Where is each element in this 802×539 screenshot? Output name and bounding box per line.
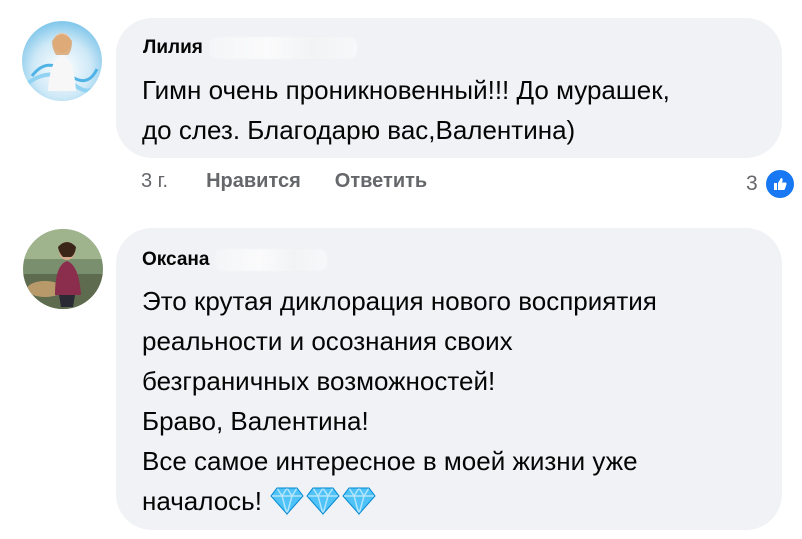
comment-text: Это крутая диклорация нового восприятия … — [142, 281, 657, 521]
comment-timestamp[interactable]: 3 г. — [141, 170, 168, 193]
gem-icon — [306, 486, 340, 516]
avatar-image — [22, 21, 102, 101]
emoji-group — [270, 486, 376, 516]
reply-button[interactable]: Ответить — [335, 170, 427, 193]
like-icon — [763, 168, 796, 200]
author-name[interactable]: Оксана — [142, 249, 209, 271]
comment-author-row: Оксана — [142, 249, 328, 271]
redacted-surname — [215, 249, 328, 271]
avatar[interactable] — [22, 21, 102, 101]
redacted-surname — [208, 37, 357, 59]
comment-text: Гимн очень проникновенный!!! До мурашек,… — [142, 75, 670, 145]
comment-actions: 3 г. Нравится Ответить — [141, 170, 461, 193]
comment-author-row: Лилия — [143, 37, 357, 59]
gem-icon — [342, 486, 376, 516]
gem-icon — [270, 486, 304, 516]
reaction-count: 3 — [746, 172, 758, 195]
author-name[interactable]: Лилия — [143, 37, 203, 59]
avatar-image — [23, 229, 103, 309]
like-button[interactable]: Нравится — [206, 170, 301, 193]
reaction-summary[interactable]: 3 — [746, 168, 796, 200]
avatar[interactable] — [23, 229, 103, 309]
comment-text-body: Это крутая диклорация нового восприятия … — [142, 286, 657, 516]
